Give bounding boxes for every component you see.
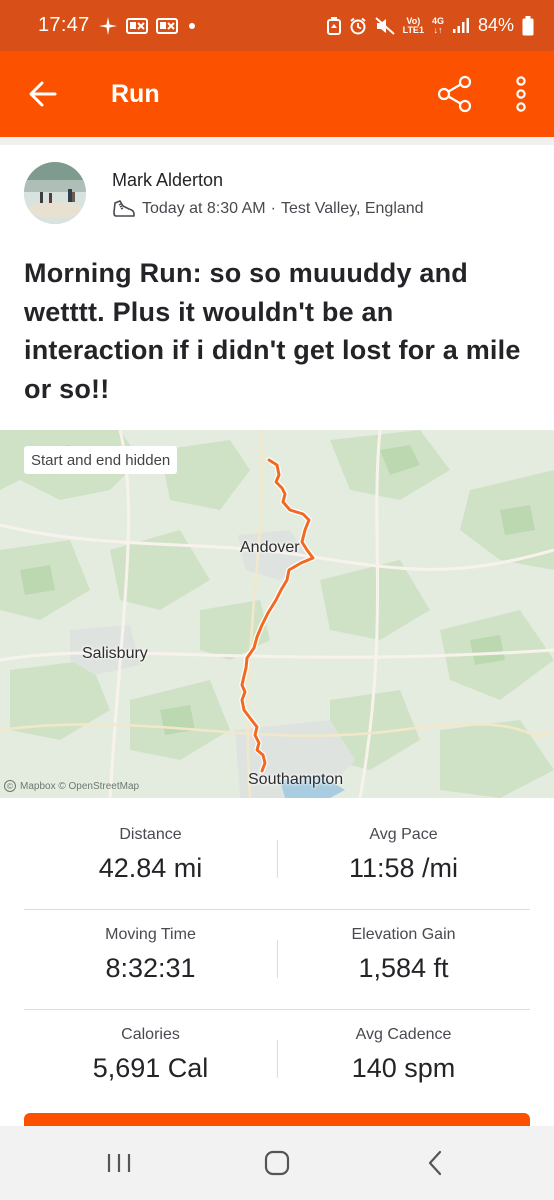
stats-row: Distance 42.84 mi Avg Pace 11:58 /mi bbox=[24, 810, 530, 910]
status-right: Vo) LTE1 4G ↓↑ 84% bbox=[326, 15, 534, 36]
volte-bottom: LTE1 bbox=[402, 24, 424, 35]
stat-label: Calories bbox=[121, 1026, 180, 1043]
volte-indicator: Vo) LTE1 bbox=[402, 16, 424, 35]
map-label-andover: Andover bbox=[240, 539, 300, 556]
stats-row: Moving Time 8:32:31 Elevation Gain 1,584… bbox=[24, 910, 530, 1010]
more-options-button[interactable] bbox=[488, 51, 554, 137]
stat-divider bbox=[277, 940, 278, 978]
back-button[interactable] bbox=[0, 51, 86, 137]
stat-label: Distance bbox=[119, 826, 182, 843]
stats-grid: Distance 42.84 mi Avg Pace 11:58 /mi Mov… bbox=[24, 810, 530, 1110]
activity-header: Mark Alderton Today at 8:30 AM · Test Va… bbox=[24, 162, 424, 224]
share-icon bbox=[437, 75, 472, 113]
privacy-chip: Start and end hidden bbox=[24, 446, 178, 474]
map-attribution[interactable]: © Mapbox © OpenStreetMap bbox=[4, 780, 139, 792]
mute-icon bbox=[374, 16, 395, 35]
stat-label: Avg Cadence bbox=[355, 1026, 452, 1043]
stats-row: Calories 5,691 Cal Avg Cadence 140 spm bbox=[24, 1010, 530, 1110]
attribution-text: Mapbox © OpenStreetMap bbox=[20, 780, 140, 792]
back-icon bbox=[428, 1150, 442, 1176]
activity-time: Today at 8:30 AM bbox=[142, 200, 266, 217]
copyright-icon: © bbox=[4, 780, 16, 792]
status-time: 17:47 bbox=[38, 14, 90, 36]
avatar[interactable] bbox=[24, 162, 86, 224]
recent-apps-button[interactable] bbox=[79, 1133, 159, 1193]
stat-moving-time: Moving Time 8:32:31 bbox=[24, 910, 277, 1009]
activity-title: Morning Run: so so muuuddy and wetttt. P… bbox=[24, 258, 521, 404]
home-icon bbox=[264, 1150, 290, 1176]
route-line bbox=[239, 457, 316, 774]
stat-label: Moving Time bbox=[105, 926, 196, 943]
map-label-southampton: Southampton bbox=[248, 771, 344, 788]
stat-divider bbox=[277, 840, 278, 878]
stat-value: 1,584 ft bbox=[358, 953, 449, 983]
stat-avg-pace: Avg Pace 11:58 /mi bbox=[277, 810, 530, 909]
activity-meta: Today at 8:30 AM · Test Valley, England bbox=[112, 199, 424, 219]
page-title: Run bbox=[111, 79, 160, 108]
dot-icon bbox=[186, 20, 198, 32]
athlete-name[interactable]: Mark Alderton bbox=[112, 170, 424, 191]
signal-icon bbox=[452, 17, 470, 34]
running-shoe-icon bbox=[112, 199, 136, 219]
stat-avg-cadence: Avg Cadence 140 spm bbox=[277, 1010, 530, 1110]
status-left: 17:47 bbox=[38, 14, 198, 37]
stat-value: 140 spm bbox=[351, 1053, 456, 1083]
stat-elevation-gain: Elevation Gain 1,584 ft bbox=[277, 910, 530, 1009]
battery-saver-icon bbox=[326, 16, 341, 35]
app-bar: Run bbox=[0, 51, 554, 137]
stat-value: 8:32:31 bbox=[105, 953, 196, 983]
stat-value: 5,691 Cal bbox=[92, 1053, 209, 1083]
notification-app-icon-2 bbox=[155, 17, 178, 35]
section-separator bbox=[0, 137, 554, 145]
map-label-salisbury: Salisbury bbox=[82, 645, 148, 662]
battery-percent: 84% bbox=[477, 15, 514, 35]
data-arrows-icon: ↓↑ bbox=[433, 24, 443, 35]
recent-apps-icon bbox=[107, 1154, 131, 1172]
arrow-left-icon bbox=[29, 81, 57, 107]
stat-value: 11:58 /mi bbox=[348, 853, 459, 883]
stat-value: 42.84 mi bbox=[98, 853, 203, 883]
share-button[interactable] bbox=[422, 51, 488, 137]
system-nav-bar bbox=[0, 1126, 554, 1200]
battery-icon bbox=[522, 15, 534, 36]
notification-app-icon bbox=[125, 17, 148, 35]
sparkle-icon bbox=[98, 16, 118, 36]
meta-separator: · bbox=[270, 200, 276, 217]
athlete-info: Mark Alderton Today at 8:30 AM · Test Va… bbox=[112, 162, 424, 224]
stat-label: Avg Pace bbox=[369, 826, 438, 843]
more-vertical-icon bbox=[516, 76, 526, 112]
stat-calories: Calories 5,691 Cal bbox=[24, 1010, 277, 1110]
route-map[interactable] bbox=[0, 430, 554, 798]
stat-label: Elevation Gain bbox=[351, 926, 456, 943]
status-bar: 17:47 Vo) LTE1 4G ↓↑ 84% bbox=[0, 0, 554, 51]
activity-location: Test Valley, England bbox=[280, 200, 424, 217]
stat-divider bbox=[277, 1040, 278, 1078]
alarm-icon bbox=[349, 17, 367, 35]
stat-distance: Distance 42.84 mi bbox=[24, 810, 277, 909]
app-actions bbox=[422, 51, 554, 137]
nav-back-button[interactable] bbox=[395, 1133, 475, 1193]
home-button[interactable] bbox=[237, 1133, 317, 1193]
data-indicator: 4G ↓↑ bbox=[432, 16, 444, 35]
